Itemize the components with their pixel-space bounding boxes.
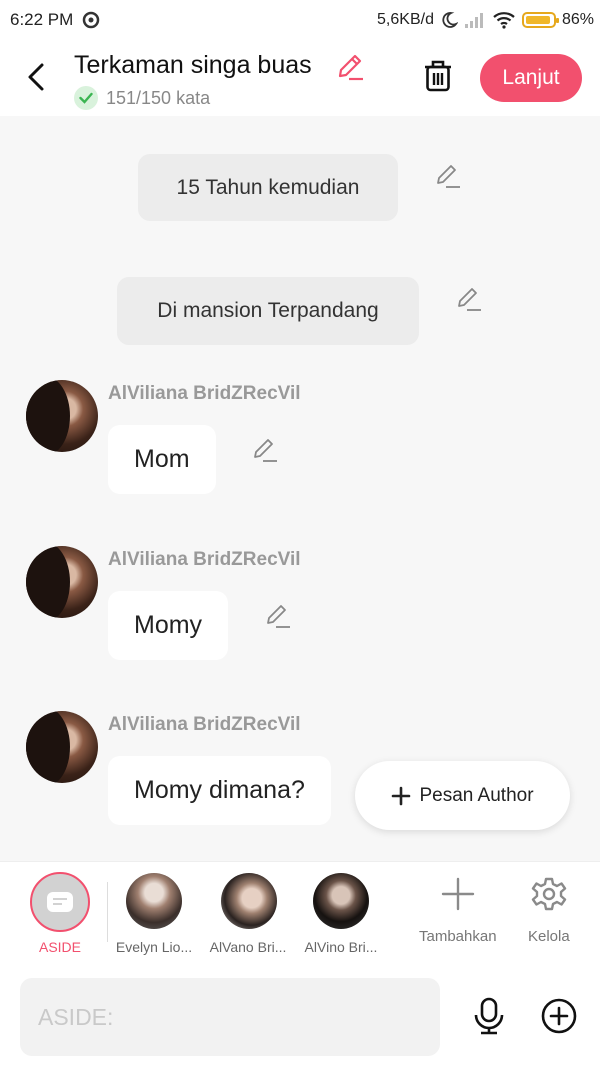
character-avatar[interactable] [313, 873, 369, 929]
avatar[interactable] [26, 380, 98, 452]
message-bubble[interactable]: Momy [108, 591, 229, 660]
plus-icon [392, 786, 411, 805]
editor-header: Terkaman singa buas 151/150 kata Lanjut [0, 40, 600, 116]
speaker-name: AlViliana BridZRecVil [108, 549, 301, 570]
aside-icon [47, 892, 73, 912]
avatar[interactable] [26, 711, 98, 783]
avatar[interactable] [26, 546, 98, 618]
signal-icon [464, 13, 483, 28]
wifi-icon [493, 12, 515, 29]
edit-icon[interactable] [264, 603, 292, 631]
microphone-icon[interactable] [470, 997, 508, 1035]
status-time: 6:22 PM [10, 10, 74, 29]
edit-title-icon[interactable] [335, 52, 365, 82]
word-count-label: 151/150 kata [106, 87, 211, 108]
battery-level: 86% [561, 11, 594, 28]
edit-icon[interactable] [251, 437, 279, 465]
character-name: AlVano Bri... [209, 939, 287, 955]
speaker-name: AlViliana BridZRecVil [108, 714, 301, 735]
notification-icon [82, 11, 100, 29]
add-circle-icon[interactable] [540, 997, 578, 1035]
author-message-button[interactable]: Pesan Author [355, 761, 570, 830]
moon-icon [442, 12, 458, 28]
character-name: AlVino Bri... [304, 939, 378, 955]
author-message-label: Pesan Author [419, 784, 534, 806]
trash-icon[interactable] [421, 58, 455, 94]
input-bar [0, 967, 600, 1067]
scene-card[interactable]: Di mansion Terpandang [117, 277, 419, 345]
edit-icon[interactable] [434, 163, 462, 191]
back-arrow-icon[interactable] [22, 60, 52, 94]
speaker-name: AlViliana BridZRecVil [108, 383, 301, 404]
story-title: Terkaman singa buas [74, 51, 312, 79]
gear-icon[interactable] [531, 876, 567, 912]
character-avatar[interactable] [221, 873, 277, 929]
character-bar: ASIDE Evelyn Lio... AlVano Bri... AlVino… [0, 861, 600, 968]
message-input[interactable] [20, 978, 440, 1056]
character-avatar[interactable] [126, 873, 182, 929]
divider [107, 882, 108, 942]
character-name: Evelyn Lio... [115, 939, 193, 955]
edit-icon[interactable] [455, 286, 483, 314]
aside-label: ASIDE [38, 939, 81, 955]
status-indicators: 5,6KB/d 86% [377, 9, 594, 31]
word-count: 151/150 kata [74, 86, 210, 110]
add-character-label[interactable]: Tambahkan [419, 928, 497, 945]
aside-button[interactable] [30, 872, 90, 932]
next-button[interactable]: Lanjut [480, 54, 582, 102]
message-bubble[interactable]: Momy dimana? [108, 756, 331, 825]
scene-card[interactable]: 15 Tahun kemudian [138, 154, 398, 221]
manage-label[interactable]: Kelola [528, 928, 570, 945]
network-speed: 5,6KB/d [377, 11, 434, 28]
battery-icon [521, 12, 559, 28]
check-icon [74, 86, 98, 110]
message-bubble[interactable]: Mom [108, 425, 216, 494]
add-character-icon[interactable] [440, 876, 476, 912]
status-bar: 6:22 PM 5,6KB/d 86% [0, 0, 600, 40]
